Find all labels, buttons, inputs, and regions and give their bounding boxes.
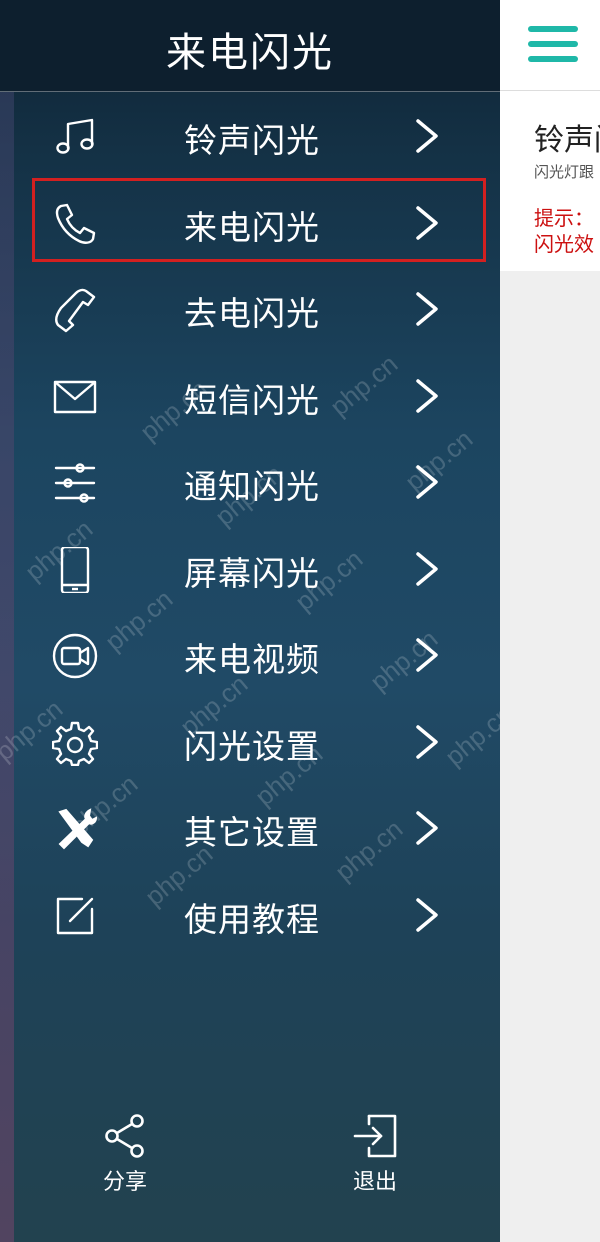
chevron-right-icon [412, 464, 442, 500]
menu-item-label: 铃声闪光 [184, 121, 320, 160]
share-icon [105, 1114, 144, 1158]
menu-item-sms-flash[interactable]: 短信闪光 [0, 352, 500, 439]
menu-item-outgoing-call-flash[interactable]: 去电闪光 [0, 265, 500, 352]
exit-button[interactable]: 退出 [330, 1112, 420, 1202]
edit-icon [52, 893, 98, 939]
card-tip: 提示： 闪光效 [534, 205, 594, 257]
chevron-right-icon [412, 291, 442, 327]
music-note-icon [52, 114, 98, 160]
chevron-right-icon [412, 118, 442, 154]
hamburger-menu-icon[interactable] [528, 26, 578, 64]
menu-item-notification-flash[interactable]: 通知闪光 [0, 438, 500, 525]
exit-icon [353, 1114, 397, 1158]
menu-item-label: 去电闪光 [184, 294, 320, 333]
card-title: 铃声闪 [534, 123, 600, 158]
phone-handset-icon [52, 287, 98, 333]
menu-item-label: 屏幕闪光 [184, 553, 320, 593]
chevron-right-icon [412, 724, 442, 760]
menu-item-label: 使用教程 [184, 899, 320, 939]
menu-item-label: 闪光设置 [184, 726, 320, 766]
sliders-icon [52, 460, 98, 506]
menu-item-label: 短信闪光 [184, 380, 320, 420]
chevron-right-icon [412, 637, 442, 673]
chevron-right-icon [412, 551, 442, 587]
chevron-right-icon [412, 378, 442, 414]
chevron-right-icon [412, 810, 442, 846]
menu-item-label: 其它设置 [184, 813, 320, 852]
tools-icon [52, 806, 98, 852]
menu-item-call-video[interactable]: 来电视频 [0, 611, 500, 698]
smartphone-icon [52, 545, 98, 594]
tip-line-2: 闪光效 [534, 232, 594, 256]
menu-item-incoming-call-flash[interactable]: 来电闪光 [0, 179, 500, 266]
share-button[interactable]: 分享 [80, 1112, 170, 1202]
menu-item-other-settings[interactable]: 其它设置 [0, 784, 500, 871]
menu-item-label: 通知闪光 [184, 467, 320, 506]
main-content: 铃声闪 闪光灯跟 提示： 闪光效 [500, 0, 600, 1242]
tip-line-1: 提示： [534, 206, 594, 230]
gear-icon [51, 720, 99, 766]
chevron-right-icon [412, 897, 442, 933]
card-description: 闪光灯跟 [534, 163, 595, 181]
chevron-right-icon [412, 205, 442, 241]
drawer-menu: 铃声闪光 来电闪光 去电闪光 短信闪光 通知闪光 屏幕闪光 来电视频 闪光设置 … [0, 92, 500, 957]
menu-item-label: 来电视频 [184, 640, 320, 679]
drawer-header: 来电闪光 [0, 0, 500, 92]
envelope-icon [52, 374, 98, 420]
phone-incoming-icon [52, 201, 98, 247]
drawer-title: 来电闪光 [166, 30, 334, 76]
navigation-drawer: 来电闪光 铃声闪光 来电闪光 去电闪光 短信闪光 通知闪光 屏幕闪光 来电视频 … [0, 0, 500, 1242]
share-label: 分享 [102, 1170, 147, 1195]
video-call-icon [52, 633, 98, 679]
menu-item-label: 来电闪光 [184, 207, 320, 247]
top-bar [500, 0, 600, 91]
menu-item-tutorial[interactable]: 使用教程 [0, 871, 500, 958]
menu-item-screen-flash[interactable]: 屏幕闪光 [0, 525, 500, 612]
menu-item-flash-settings[interactable]: 闪光设置 [0, 698, 500, 785]
info-card: 铃声闪 闪光灯跟 提示： 闪光效 [500, 91, 600, 271]
menu-item-ringtone-flash[interactable]: 铃声闪光 [0, 92, 500, 179]
exit-label: 退出 [352, 1170, 397, 1195]
